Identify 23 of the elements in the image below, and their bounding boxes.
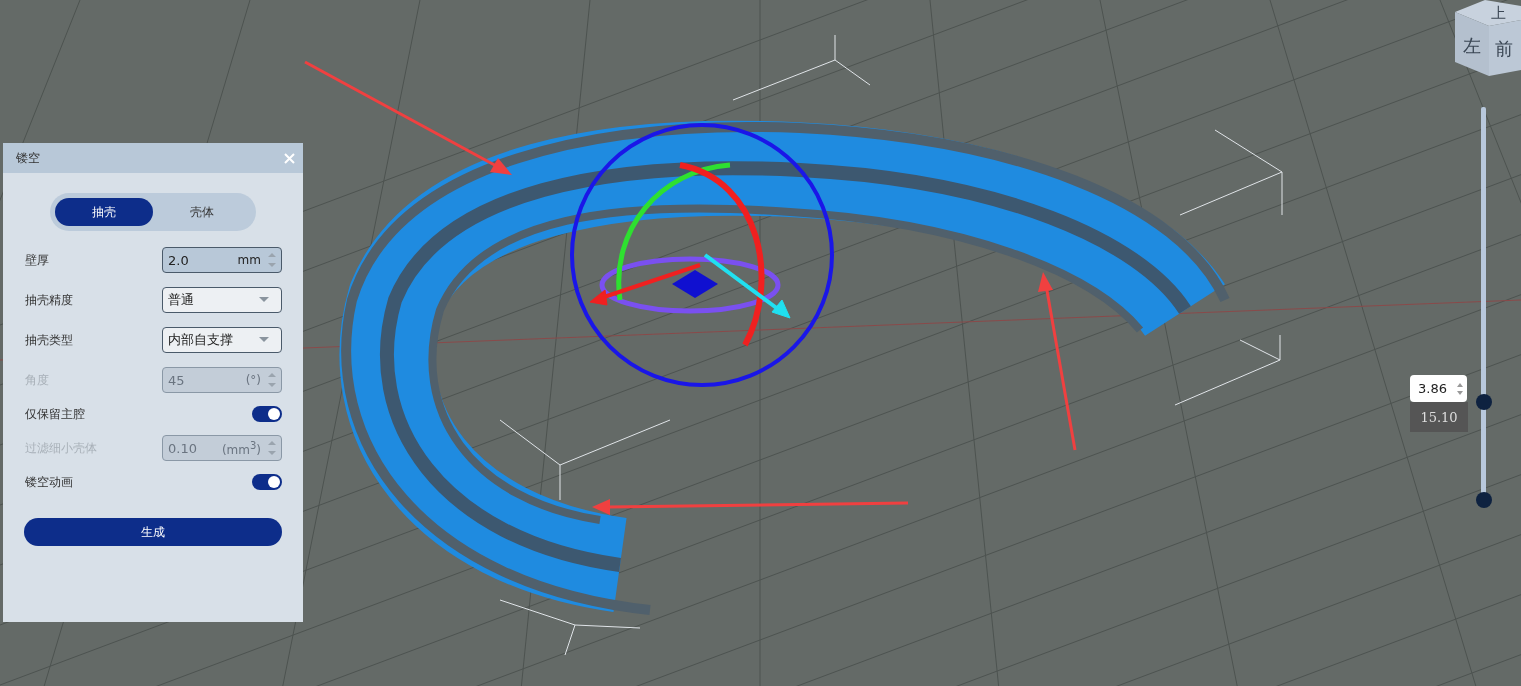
number-field[interactable]: 2.0 mm: [162, 247, 282, 273]
close-icon[interactable]: [284, 152, 295, 164]
layer-value-field[interactable]: 3.86: [1410, 375, 1467, 402]
layer-height-reading: 15.10: [1410, 402, 1468, 432]
dropdown[interactable]: 普通: [162, 287, 282, 313]
caret-icon: [259, 297, 269, 303]
field-label: 仅保留主腔: [25, 405, 85, 423]
field-label: 镂空动画: [25, 473, 73, 491]
generate-button[interactable]: 生成: [24, 518, 282, 546]
panel-title: 镂空: [16, 149, 40, 167]
caret-icon: [259, 337, 269, 343]
view-cube[interactable]: 上 左 前: [1455, 0, 1521, 78]
spinner-icon[interactable]: [267, 250, 277, 270]
field-label: 抽壳类型: [25, 331, 73, 349]
field-label: 壁厚: [25, 251, 49, 269]
toggle-switch[interactable]: [252, 406, 282, 422]
dropdown[interactable]: 内部自支撑: [162, 327, 282, 353]
mode-tab[interactable]: 抽壳: [55, 198, 153, 226]
toggle-switch[interactable]: [252, 474, 282, 490]
field-label: 抽壳精度: [25, 291, 73, 309]
mode-tab[interactable]: 壳体: [153, 198, 251, 226]
slider-thumb[interactable]: [1475, 393, 1492, 410]
slider-thumb[interactable]: [1475, 492, 1492, 508]
